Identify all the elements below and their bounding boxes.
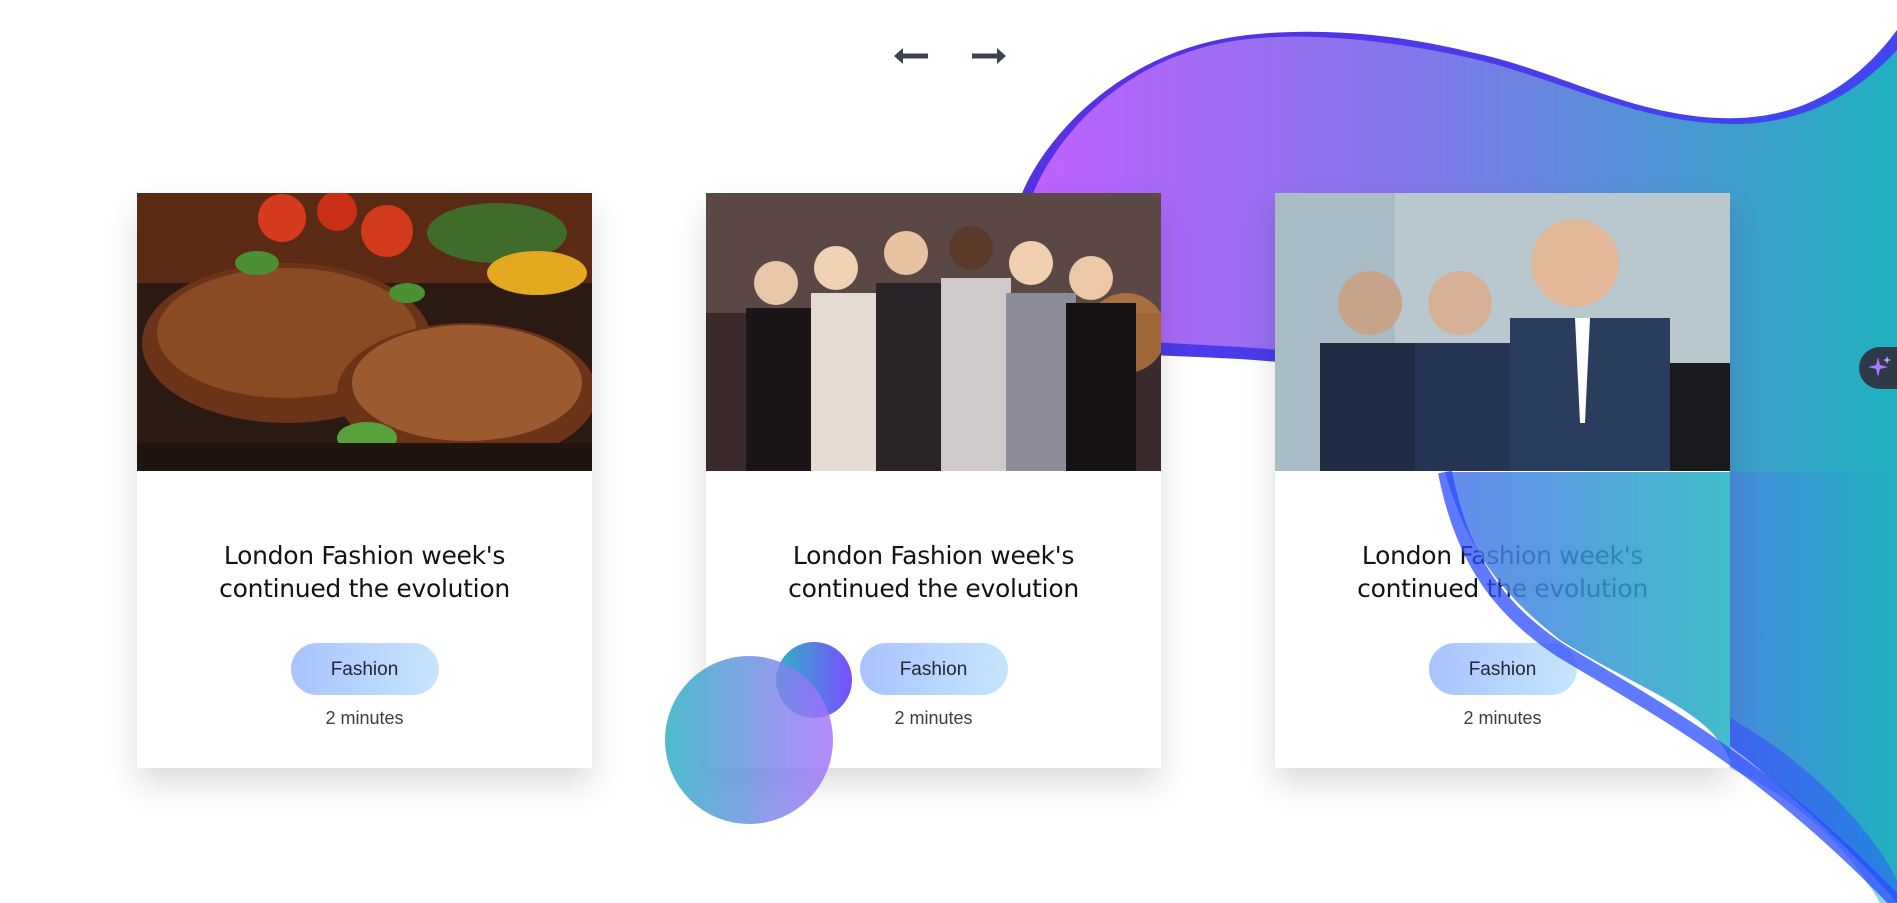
carousel-navigation bbox=[892, 40, 1008, 72]
grilled-steak-photo bbox=[137, 193, 592, 471]
sparkle-icon bbox=[1868, 356, 1891, 377]
assistant-button[interactable] bbox=[1859, 347, 1897, 389]
business-people-photo bbox=[1275, 193, 1730, 471]
read-time: 2 minutes bbox=[1463, 708, 1542, 728]
article-card[interactable]: London Fashion week's continued the evol… bbox=[137, 193, 592, 768]
category-tag[interactable]: Fashion bbox=[1428, 643, 1577, 695]
article-card[interactable]: London Fashion week's continued the evol… bbox=[1275, 193, 1730, 768]
card-title[interactable]: London Fashion week's continued the evol… bbox=[173, 539, 556, 605]
card-title[interactable]: London Fashion week's continued the evol… bbox=[1311, 539, 1694, 605]
party-crowd-photo bbox=[706, 193, 1161, 471]
article-card[interactable]: London Fashion week's continued the evol… bbox=[706, 193, 1161, 768]
arrow-left-icon bbox=[894, 48, 928, 64]
category-tag[interactable]: Fashion bbox=[290, 643, 439, 695]
next-button[interactable] bbox=[970, 40, 1008, 72]
category-tag[interactable]: Fashion bbox=[859, 643, 1008, 695]
arrow-right-icon bbox=[972, 48, 1006, 64]
read-time: 2 minutes bbox=[325, 708, 404, 728]
card-title[interactable]: London Fashion week's continued the evol… bbox=[742, 539, 1125, 605]
previous-button[interactable] bbox=[892, 40, 930, 72]
read-time: 2 minutes bbox=[894, 708, 973, 728]
